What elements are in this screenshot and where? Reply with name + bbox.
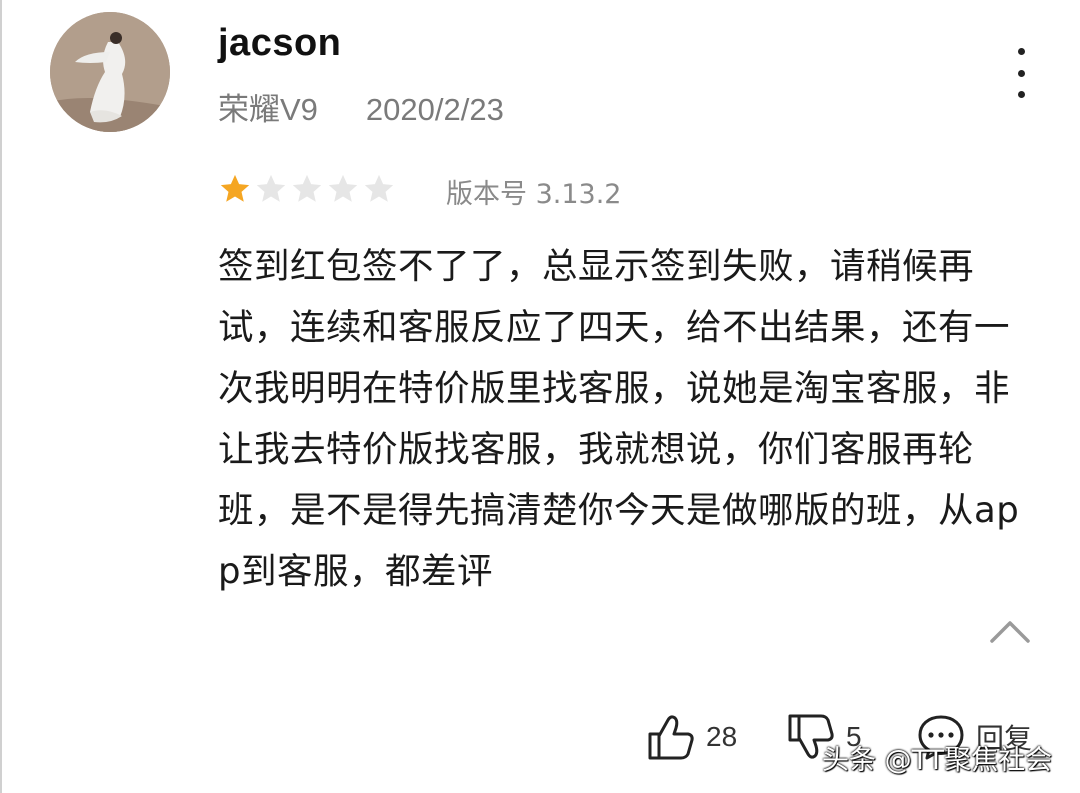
avatar-image (50, 12, 170, 132)
more-dot (1017, 91, 1025, 98)
star-empty-icon (364, 174, 394, 202)
thumbs-up-icon (648, 715, 694, 760)
watermark: 头条 @TT聚焦社会 (822, 745, 1053, 776)
app-version: 版本号 3.13.2 (446, 179, 622, 210)
star-empty-icon (256, 174, 286, 202)
star-empty-icon (328, 174, 358, 202)
left-edge-divider (0, 0, 2, 793)
more-vertical-icon[interactable] (1006, 48, 1036, 98)
star-empty-icon (292, 174, 322, 202)
star-rating (218, 172, 396, 206)
device-model: 荣耀V9 (218, 92, 318, 127)
like-count: 28 (706, 721, 738, 752)
review-date: 2020/2/23 (365, 92, 504, 127)
username[interactable]: jacson (218, 22, 341, 65)
like-button[interactable]: 28 (646, 712, 737, 762)
more-dot (1017, 48, 1025, 55)
review-meta: 荣耀V9 2020/2/23 (218, 84, 504, 129)
chevron-up-icon[interactable] (988, 615, 1032, 645)
star-filled-icon (220, 174, 250, 202)
review-text: 签到红包签不了了，总显示签到失败，请稍候再试，连续和客服反应了四天，给不出结果，… (218, 246, 1020, 592)
avatar[interactable] (50, 12, 170, 132)
more-dot (1017, 69, 1025, 77)
